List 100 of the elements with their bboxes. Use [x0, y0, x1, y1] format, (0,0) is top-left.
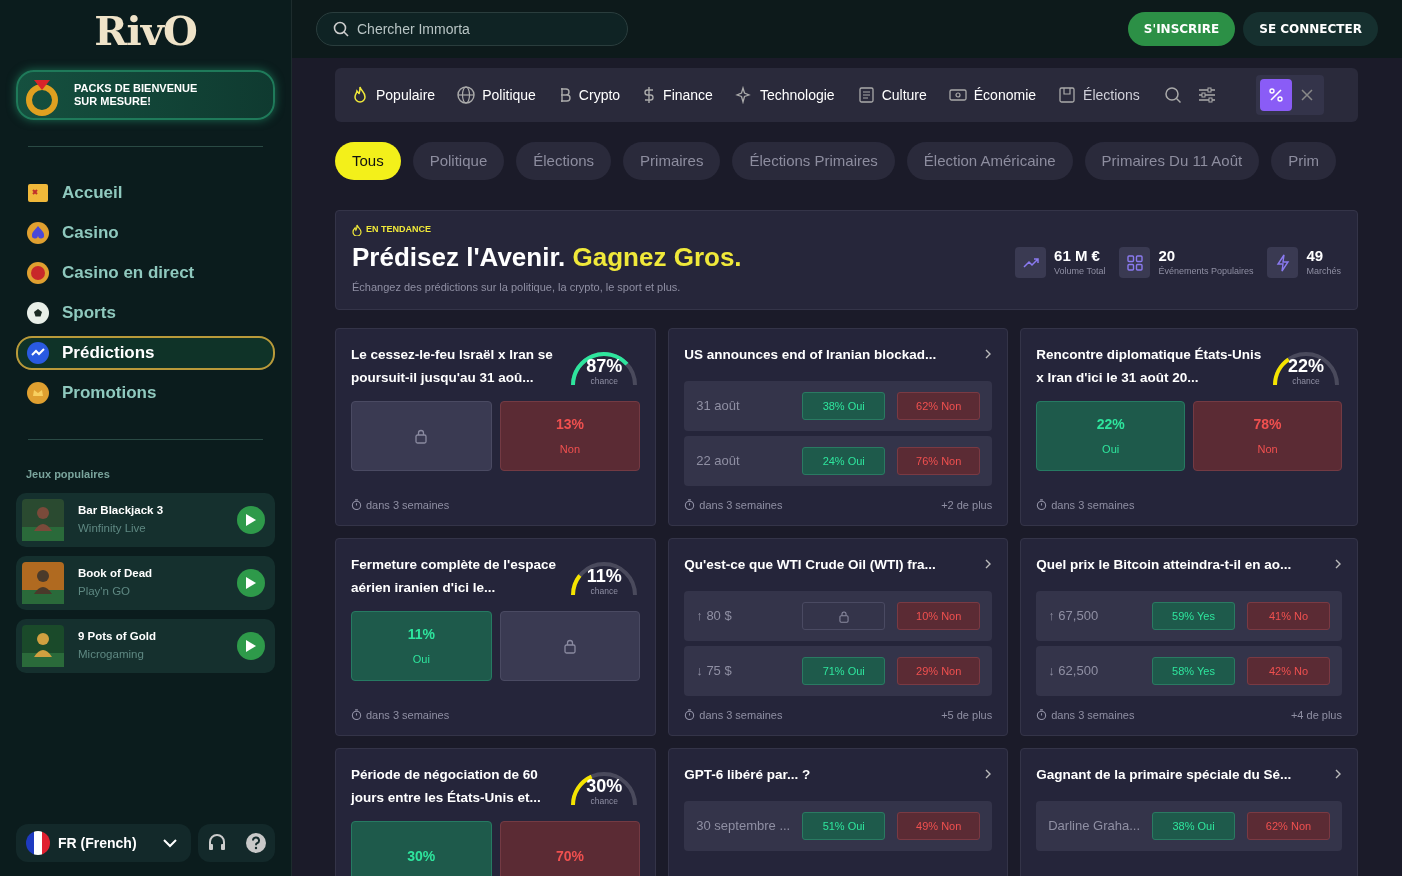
outcome-label: 22 août	[696, 452, 741, 471]
more-link[interactable]: +2 de plus	[941, 496, 993, 513]
language-select[interactable]: FR (French)	[16, 824, 191, 862]
market-card[interactable]: Qu'est-ce que WTI Crude Oil (WTI) fra... ↑ 80 $ 10% Non ↓ 75 $ 71% Oui 29% Non dans 3 semaines +5 de plus	[668, 538, 1009, 736]
time-remaining: dans 3 semaines	[366, 707, 450, 723]
stat-value: 20	[1158, 247, 1177, 265]
percent-button[interactable]	[1259, 79, 1292, 111]
no-button[interactable]: 70%	[499, 821, 641, 876]
nav-item[interactable]: Accueil	[16, 176, 275, 210]
chance-label: chance	[589, 795, 619, 808]
market-title: Quel prix le Bitcoin atteindra-t-il en ao...	[1036, 556, 1293, 574]
no-button[interactable]: 13% Non	[499, 401, 641, 471]
game-card[interactable]: 9 Pots of Gold Microgaming	[16, 618, 275, 673]
nav-item[interactable]: Casino	[16, 216, 275, 250]
yes-button[interactable]: 38% Oui	[1152, 812, 1235, 840]
more-link[interactable]: +5 de plus	[941, 706, 993, 723]
chance-value: 87%	[585, 357, 624, 375]
sparkle-icon	[734, 86, 753, 104]
close-button[interactable]	[1299, 88, 1314, 102]
yes-button[interactable]: 30%	[351, 821, 492, 876]
open-button[interactable]	[984, 769, 993, 779]
time-remaining: dans 3 semaines	[1051, 707, 1135, 723]
filter-chip[interactable]: Élection Américaine	[906, 142, 1073, 180]
game-card[interactable]: Book of Dead Play'n GO	[16, 555, 275, 610]
ball-icon	[26, 301, 50, 325]
outcome-label: 30 septembre ...	[696, 817, 791, 836]
yes-button[interactable]: 58% Yes	[1152, 657, 1235, 685]
yes-button[interactable]: 71% Oui	[802, 657, 886, 685]
market-title: Le cessez-le-feu Israël x Iran se poursuit-il jusqu'au 31 aoû...	[351, 346, 554, 387]
filter-chip[interactable]: Politique	[412, 142, 505, 180]
nav-item[interactable]: Sports	[16, 296, 275, 330]
filter-chip[interactable]: Élections Primaires	[732, 142, 895, 180]
category-tab[interactable]: Populaire	[351, 84, 436, 106]
login-button[interactable]: SE CONNECTER	[1243, 12, 1378, 46]
market-card[interactable]: Quel prix le Bitcoin atteindra-t-il en ao... ↑ 67,500 59% Yes 41% No ↓ 62,500 58% Yes 42% No dans 3 semaines +4 de plus	[1020, 538, 1358, 736]
globe-icon	[457, 86, 476, 104]
time-remaining: dans 3 semaines	[1051, 497, 1135, 513]
promo-banner[interactable]: PACKS DE BIENVENUE SUR MESURE!	[16, 70, 275, 120]
nav-item[interactable]: Promotions	[16, 376, 275, 410]
flame-icon	[351, 86, 369, 104]
market-card[interactable]: Fermeture complète de l'espace aérien iranien d'ici le... 11% chance 11% Oui dans 3 semaines	[335, 538, 657, 736]
yes-button[interactable]: 59% Yes	[1152, 602, 1235, 630]
no-button[interactable]: 49% Non	[897, 812, 981, 840]
filter-chip[interactable]: Prim	[1271, 142, 1336, 180]
yes-button[interactable]: 11% Oui	[351, 611, 492, 681]
market-card[interactable]: Le cessez-le-feu Israël x Iran se poursuit-il jusqu'au 31 aoû... 87% chance 13% Non dans 3 semaines	[335, 328, 657, 526]
nav-item[interactable]: Prédictions	[16, 336, 275, 370]
no-button[interactable]: 42% No	[1247, 657, 1330, 685]
spade-icon	[26, 221, 50, 245]
yes-button[interactable]: 22% Oui	[1036, 401, 1186, 471]
category-tab[interactable]: Crypto	[557, 84, 621, 106]
no-button[interactable]: 62% Non	[1247, 812, 1330, 840]
market-card[interactable]: GPT-6 libéré par... ? 30 septembre ... 51% Oui 49% Non	[668, 748, 1009, 876]
no-button[interactable]: 76% Non	[897, 447, 981, 475]
grid-icon	[1126, 254, 1143, 271]
filter-chip[interactable]: Primaires	[623, 142, 721, 180]
filter-chip[interactable]: Tous	[335, 142, 401, 180]
open-button[interactable]	[984, 559, 993, 569]
chevron-right-icon	[984, 349, 993, 359]
more-link[interactable]: +4 de plus	[1290, 706, 1342, 723]
open-button[interactable]	[1334, 559, 1342, 569]
open-button[interactable]	[984, 349, 993, 359]
no-button[interactable]: 78% Non	[1193, 401, 1342, 471]
play-button[interactable]	[237, 568, 265, 597]
category-tab[interactable]: Finance	[642, 84, 713, 106]
play-button[interactable]	[237, 505, 265, 534]
category-tab[interactable]: Économie	[948, 84, 1037, 106]
open-button[interactable]	[1334, 769, 1342, 779]
category-tab[interactable]: Politique	[457, 84, 536, 106]
outcome-label: 31 août	[696, 397, 741, 416]
signup-button[interactable]: S'INSCRIRE	[1127, 12, 1236, 46]
filter-chip[interactable]: Élections	[516, 142, 612, 180]
nav-item[interactable]: Casino en direct	[16, 256, 275, 290]
search-field[interactable]: Chercher Immorta	[316, 12, 628, 46]
market-card[interactable]: Période de négociation de 60 jours entre les États-Unis et... 30% chance 30% 70%	[335, 748, 657, 876]
market-title: Qu'est-ce que WTI Crude Oil (WTI) fra...	[684, 556, 937, 574]
filter-button[interactable]	[1197, 86, 1216, 104]
no-button[interactable]: 10% Non	[897, 602, 981, 630]
time-remaining: dans 3 semaines	[699, 497, 783, 513]
category-tab[interactable]: Technologie	[734, 84, 835, 106]
category-tab[interactable]: Élections	[1058, 84, 1140, 106]
no-button[interactable]: 29% Non	[897, 657, 981, 685]
no-button[interactable]: 62% Non	[897, 392, 981, 420]
game-card[interactable]: Bar Blackjack 3 Winfinity Live	[16, 492, 275, 547]
market-card[interactable]: Rencontre diplomatique États-Unis x Iran d'ici le 31 août 20... 22% chance 22% Oui 78% Non dans 3 semaines	[1020, 328, 1358, 526]
market-title: Période de négociation de 60 jours entre les États-Unis et...	[351, 766, 542, 807]
help-icon	[245, 833, 266, 853]
yes-button[interactable]: 51% Oui	[802, 812, 886, 840]
no-button[interactable]: 41% No	[1247, 602, 1330, 630]
yes-button[interactable]: 38% Oui	[802, 392, 886, 420]
market-card[interactable]: US announces end of Iranian blockad... 31 août 38% Oui 62% Non 22 août 24% Oui 76% Non dans 3 semaines +2 de plus	[668, 328, 1009, 526]
play-button[interactable]	[237, 631, 265, 660]
logo[interactable]: RivO	[16, 8, 275, 54]
chevron-right-icon	[984, 559, 993, 569]
search-button[interactable]	[1163, 86, 1182, 104]
filter-chip[interactable]: Primaires Du 11 Août	[1084, 142, 1260, 180]
headset-icon	[207, 833, 228, 853]
yes-button[interactable]: 24% Oui	[802, 447, 886, 475]
category-tab[interactable]: Culture	[856, 84, 927, 106]
market-card[interactable]: Gagnant de la primaire spéciale du Sé... Darline Graha... 38% Oui 62% Non	[1020, 748, 1358, 876]
